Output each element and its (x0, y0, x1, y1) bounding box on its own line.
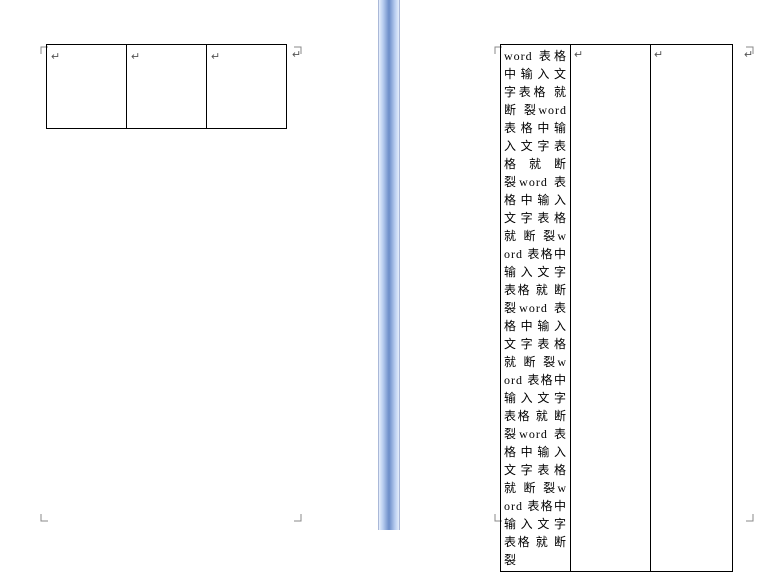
paragraph-mark-icon: ↵ (654, 48, 663, 61)
table-row: word 表格中输入文字表格 就 断 裂word 表格中输入文字表格 就 断 裂… (501, 45, 733, 572)
table-cell[interactable]: ↵ (127, 45, 207, 129)
page-left: ↵ ↵ ↵ ↵ (0, 0, 378, 530)
paragraph-mark-icon: ↵ (131, 50, 140, 63)
table-cell[interactable]: ↵ (47, 45, 127, 129)
paragraph-mark-icon: ↵ (51, 50, 60, 63)
table-right[interactable]: word 表格中输入文字表格 就 断 裂word 表格中输入文字表格 就 断 裂… (500, 44, 733, 572)
row-end-mark-icon: ↵ (744, 48, 753, 61)
table-row: ↵ ↵ ↵ (47, 45, 287, 129)
page-gutter (378, 0, 400, 530)
table-left[interactable]: ↵ ↵ ↵ (46, 44, 287, 129)
table-cell[interactable]: ↵ (207, 45, 287, 129)
paragraph-mark-icon: ↵ (211, 50, 220, 63)
corner-mark-br (294, 514, 308, 528)
table-cell[interactable]: ↵ (571, 45, 651, 572)
cell-text: word 表格中输入文字表格 就 断 裂word 表格中输入文字表格 就 断 裂… (504, 47, 567, 569)
row-end-mark-icon: ↵ (292, 48, 301, 61)
corner-mark-br (746, 514, 760, 528)
page-right: word 表格中输入文字表格 就 断 裂word 表格中输入文字表格 就 断 裂… (400, 0, 764, 530)
table-cell[interactable]: word 表格中输入文字表格 就 断 裂word 表格中输入文字表格 就 断 裂… (501, 45, 571, 572)
paragraph-mark-icon: ↵ (574, 48, 583, 61)
table-cell[interactable]: ↵ (651, 45, 733, 572)
corner-mark-bl (34, 514, 48, 528)
